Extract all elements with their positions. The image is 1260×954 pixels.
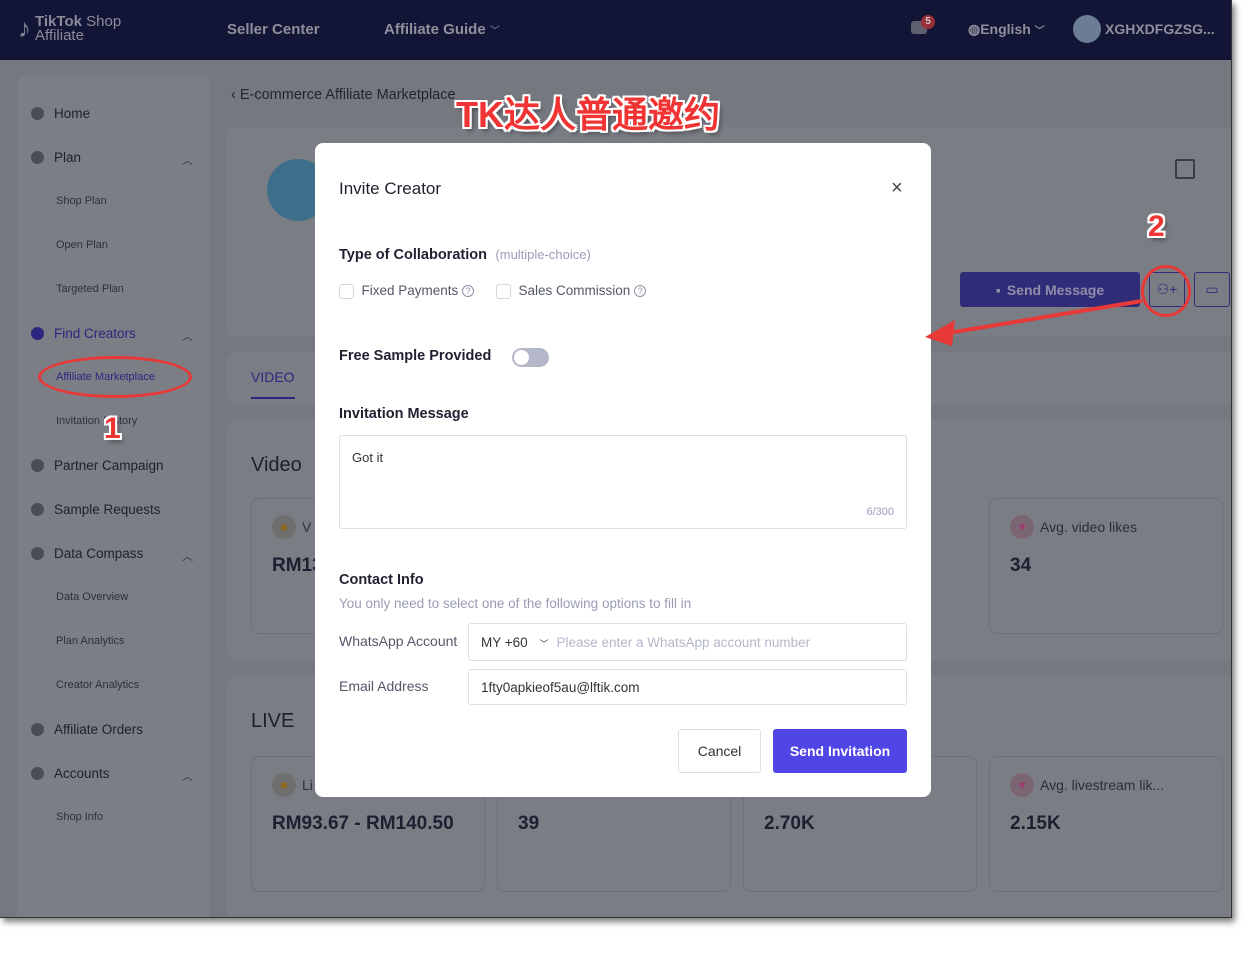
- annotation-arrow: [925, 299, 1143, 346]
